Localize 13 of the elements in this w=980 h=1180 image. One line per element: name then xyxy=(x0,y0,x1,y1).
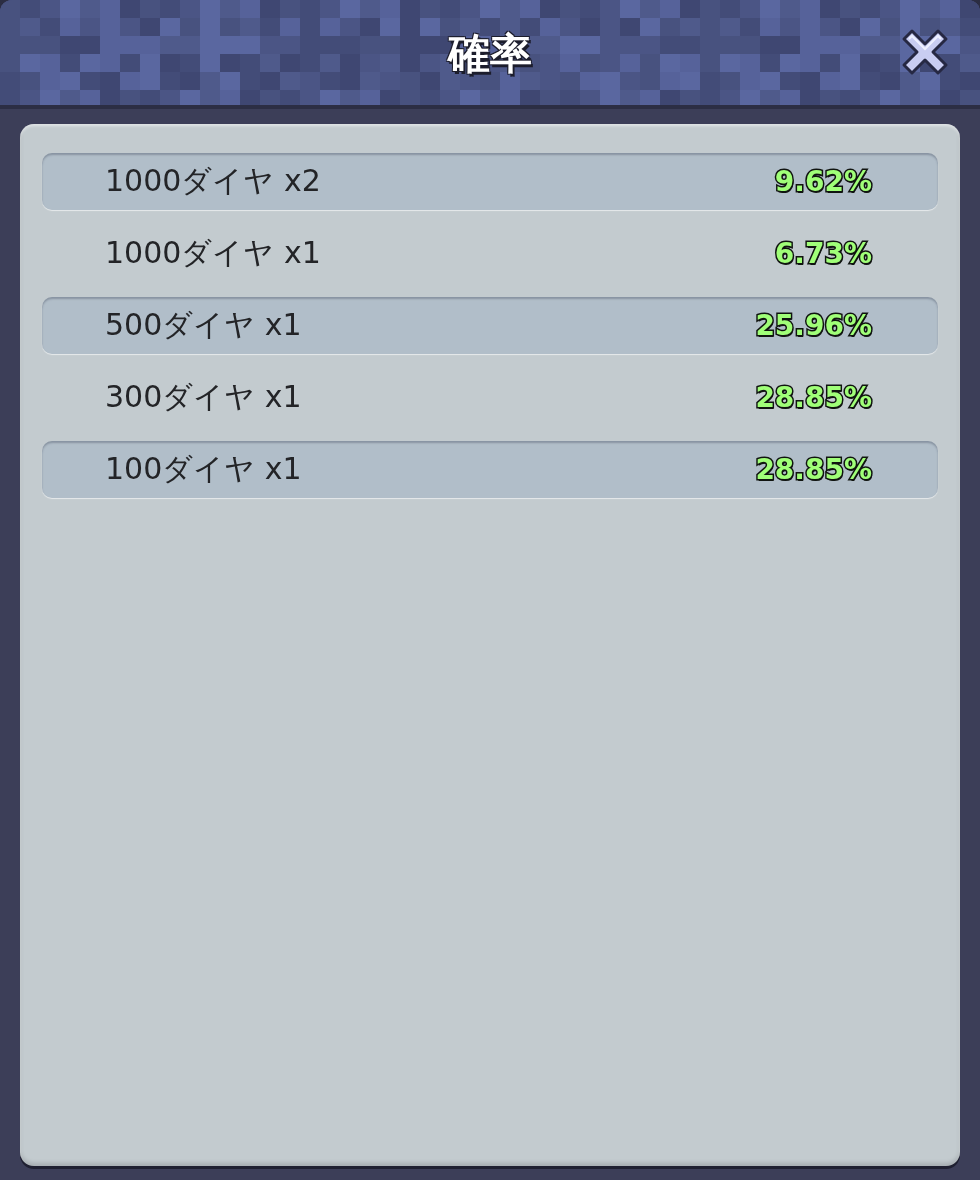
probability-value: 28.85% xyxy=(755,453,872,486)
probability-value: 28.85% xyxy=(755,381,872,414)
probability-value: 25.96% xyxy=(755,309,872,342)
close-icon xyxy=(900,27,950,77)
reward-label: 1000ダイヤ x1 xyxy=(105,234,321,272)
reward-label: 1000ダイヤ x2 xyxy=(105,162,321,200)
reward-label: 500ダイヤ x1 xyxy=(105,306,302,344)
probability-value: 9.62% xyxy=(774,165,872,198)
reward-label: 100ダイヤ x1 xyxy=(105,450,302,488)
probability-value: 6.73% xyxy=(774,237,872,270)
dialog-title: 確率 xyxy=(448,27,532,80)
close-button[interactable] xyxy=(900,27,950,77)
reward-label: 300ダイヤ x1 xyxy=(105,378,302,416)
